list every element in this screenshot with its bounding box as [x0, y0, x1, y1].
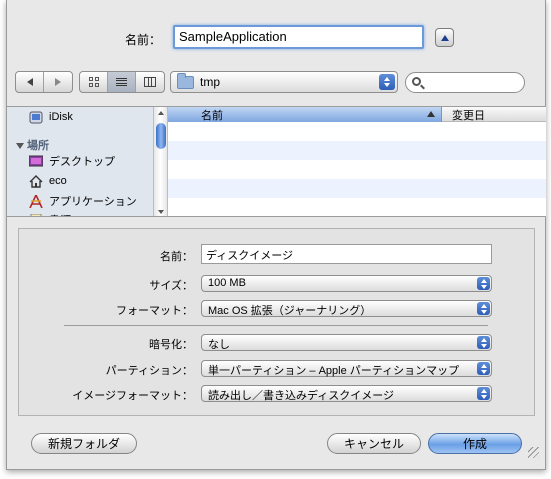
- cancel-button[interactable]: キャンセル: [327, 433, 421, 454]
- column-view-icon: [144, 77, 156, 87]
- sidebar-item-label: アプリケーション: [49, 196, 137, 208]
- file-list-rows: [168, 122, 546, 216]
- encryption-popup[interactable]: なし: [201, 334, 492, 351]
- file-browser: iDisk 場所 デスクトップ eco アプリケーション 書類: [7, 106, 546, 217]
- column-header-name[interactable]: 名前: [168, 107, 442, 122]
- section-label: 場所: [27, 140, 49, 152]
- list-row: [168, 179, 546, 198]
- scrollbar-thumb[interactable]: [156, 123, 166, 149]
- idisk-icon: [29, 111, 43, 123]
- search-field[interactable]: [405, 72, 525, 93]
- popup-arrows-icon: [477, 362, 490, 375]
- folder-icon: [177, 72, 194, 89]
- list-row: [168, 198, 546, 216]
- sidebar-item-idisk[interactable]: iDisk: [29, 108, 73, 126]
- popup-arrows-icon: [477, 302, 490, 315]
- search-icon: [412, 77, 421, 86]
- popup-arrows-icon: [477, 387, 490, 400]
- format-value: Mac OS 拡張（ジャーナリング）: [208, 305, 372, 317]
- forward-arrow-icon: [55, 78, 61, 86]
- sidebar-item-desktop[interactable]: デスクトップ: [29, 152, 115, 170]
- scroll-up-arrow-icon[interactable]: [158, 111, 164, 115]
- partitions-label: パーティション：: [105, 365, 193, 377]
- file-list-header: 名前 変更日: [168, 107, 546, 122]
- sidebar: iDisk 場所 デスクトップ eco アプリケーション 書類: [7, 107, 153, 216]
- column-view-button[interactable]: [136, 72, 164, 92]
- applications-icon: [29, 194, 43, 208]
- sidebar-item-label: 書類: [49, 212, 71, 216]
- encryption-value: なし: [208, 339, 230, 351]
- file-list: 名前 変更日: [168, 107, 546, 216]
- resize-grip-icon[interactable]: [528, 447, 539, 458]
- documents-icon: [30, 213, 42, 216]
- popup-arrows-icon: [477, 336, 490, 349]
- partitions-value: 単一パーティション – Apple パーティションマップ: [208, 365, 460, 377]
- partitions-popup[interactable]: 単一パーティション – Apple パーティションマップ: [201, 360, 492, 377]
- location-popup[interactable]: tmp: [170, 71, 398, 93]
- sidebar-item-documents[interactable]: 書類: [29, 211, 71, 216]
- save-as-label: 名前：: [125, 33, 162, 47]
- list-row: [168, 122, 546, 141]
- popup-arrows-icon: [477, 277, 490, 290]
- image-format-label: イメージフォーマット：: [72, 390, 193, 402]
- image-name-label: 名前：: [160, 251, 193, 263]
- list-row: [168, 141, 546, 160]
- sidebar-item-label: iDisk: [49, 111, 73, 123]
- back-arrow-icon: [26, 78, 33, 86]
- sidebar-item-label: eco: [49, 175, 67, 187]
- desktop-icon: [29, 155, 43, 166]
- size-value: 100 MB: [208, 277, 246, 289]
- list-row: [168, 160, 546, 179]
- sidebar-item-home[interactable]: eco: [29, 172, 67, 190]
- format-popup[interactable]: Mac OS 拡張（ジャーナリング）: [201, 300, 492, 317]
- create-button[interactable]: 作成: [428, 433, 522, 454]
- disclosure-triangle-icon: [16, 143, 24, 149]
- sidebar-item-label: デスクトップ: [49, 156, 115, 168]
- size-label: サイズ：: [149, 280, 193, 292]
- save-as-input[interactable]: SampleApplication: [173, 25, 424, 49]
- scroll-down-arrow-icon[interactable]: [158, 210, 164, 214]
- collapse-button[interactable]: [435, 28, 454, 47]
- back-button[interactable]: [16, 72, 44, 92]
- view-mode-control: [79, 71, 165, 93]
- new-folder-button[interactable]: 新規フォルダ: [31, 433, 137, 454]
- image-name-input[interactable]: ディスクイメージ: [201, 244, 492, 264]
- home-icon: [29, 174, 43, 188]
- encryption-label: 暗号化：: [149, 339, 193, 351]
- sidebar-scrollbar[interactable]: [153, 107, 168, 216]
- location-label: tmp: [200, 75, 221, 89]
- list-view-icon: [116, 77, 127, 87]
- size-popup[interactable]: 100 MB: [201, 275, 492, 292]
- popup-arrows-icon: [379, 74, 395, 90]
- format-label: フォーマット：: [116, 305, 193, 317]
- icon-view-button[interactable]: [80, 72, 108, 92]
- places-section-header[interactable]: 場所: [16, 137, 49, 153]
- image-format-popup[interactable]: 読み出し／書き込みディスクイメージ: [201, 385, 492, 402]
- disclosure-up-icon: [440, 34, 449, 41]
- forward-button[interactable]: [44, 72, 72, 92]
- back-forward-control: [15, 71, 73, 93]
- save-sheet: 名前： SampleApplication tmp iDisk 場所 デスクトッ…: [6, 0, 546, 470]
- image-format-value: 読み出し／書き込みディスクイメージ: [208, 390, 395, 402]
- icon-view-icon: [88, 77, 99, 87]
- disk-image-options-panel: 名前： ディスクイメージ サイズ： 100 MB フォーマット： Mac OS …: [18, 228, 535, 416]
- sidebar-item-applications[interactable]: アプリケーション: [29, 192, 137, 210]
- column-header-date-modified[interactable]: 変更日: [442, 107, 546, 122]
- options-divider: [64, 325, 488, 326]
- list-view-button[interactable]: [108, 72, 136, 92]
